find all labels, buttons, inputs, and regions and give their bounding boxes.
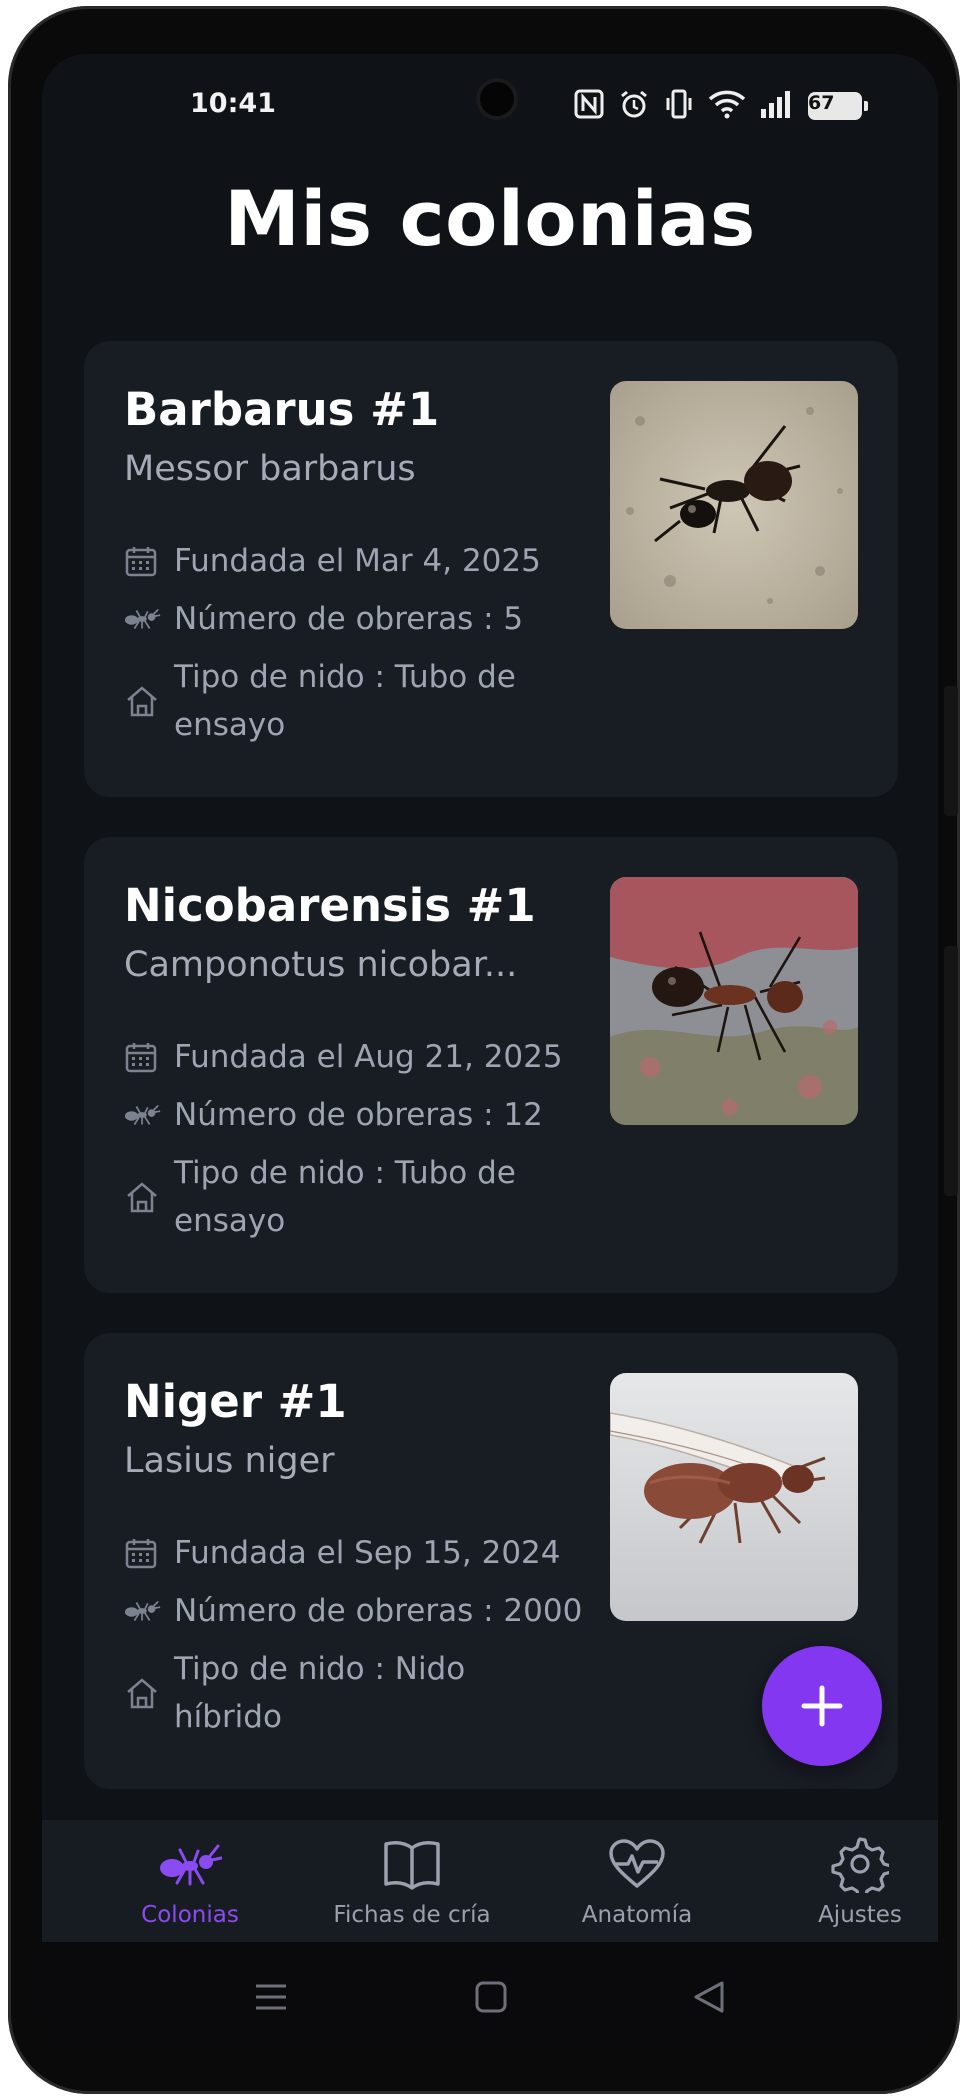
status-time: 10:41: [190, 88, 276, 119]
founded-row: Fundada el Aug 21, 2025: [124, 1033, 563, 1081]
status-icons: 67: [574, 88, 868, 124]
workers-text: Número de obreras : 2000: [174, 1593, 583, 1629]
nest-text: Tipo de nido : Nido híbrido: [174, 1645, 465, 1741]
nest-row: Tipo de nido : Tubo de ensayo: [124, 653, 544, 749]
nav-item-anatomia[interactable]: Anatomía: [537, 1832, 737, 1928]
page-title: Mis colonias: [224, 174, 756, 263]
ant-icon: [90, 1832, 290, 1896]
founded-text: Fundada el Aug 21, 2025: [174, 1039, 563, 1075]
nest-text-line2: ensayo: [174, 707, 286, 743]
battery-level: 67: [808, 92, 835, 114]
status-bar: 10:41 67: [42, 54, 938, 154]
alarm-icon: [618, 88, 650, 124]
winged-queen-ant-photo: [610, 1373, 858, 1621]
founded-text: Fundada el Sep 15, 2024: [174, 1535, 561, 1571]
system-navigation-bar: [42, 1942, 938, 2052]
nest-row: Tipo de nido : Tubo de ensayo: [124, 1149, 544, 1245]
nav-label: Colonias: [141, 1902, 239, 1928]
recents-button[interactable]: [254, 1980, 288, 2018]
phone-frame: 10:41 67 Mis colonias Barbarus #1 Messor…: [8, 6, 960, 2094]
nest-text-line1: Tipo de nido : Tubo de: [174, 1155, 516, 1191]
founded-text: Fundada el Mar 4, 2025: [174, 543, 541, 579]
colony-card[interactable]: Nicobarensis #1 Camponotus nicobar... Fu…: [84, 837, 898, 1293]
workers-row: Número de obreras : 12: [124, 1091, 543, 1139]
nest-text-line2: ensayo: [174, 1203, 286, 1239]
app-screen: 10:41 67 Mis colonias Barbarus #1 Messor…: [42, 54, 938, 2052]
colony-name: Barbarus #1: [124, 383, 440, 436]
nest-row: Tipo de nido : Nido híbrido: [124, 1645, 544, 1741]
nest-text-line2: híbrido: [174, 1699, 282, 1735]
power-button: [944, 686, 958, 816]
nest-text-line1: Tipo de nido : Tubo de: [174, 659, 516, 695]
black-ant-photo: [610, 381, 858, 629]
battery-icon: 67: [808, 92, 868, 120]
calendar-icon: [124, 1529, 162, 1577]
nav-item-colonias[interactable]: Colonias: [90, 1832, 290, 1928]
plus-icon: [801, 1685, 843, 1727]
calendar-icon: [124, 537, 162, 585]
colony-card[interactable]: Barbarus #1 Messor barbarus Fundada el M…: [84, 341, 898, 797]
workers-text: Número de obreras : 12: [174, 1097, 543, 1133]
ant-icon: [124, 595, 162, 643]
nav-label: Ajustes: [818, 1902, 902, 1928]
home-icon: [124, 653, 162, 749]
colony-name: Niger #1: [124, 1375, 347, 1428]
nav-item-fichas-de-cria[interactable]: Fichas de cría: [312, 1832, 512, 1928]
volume-button: [944, 946, 958, 1196]
colony-species: Lasius niger: [124, 1441, 335, 1481]
founded-row: Fundada el Sep 15, 2024: [124, 1529, 561, 1577]
ant-icon: [124, 1587, 162, 1635]
add-colony-button[interactable]: [762, 1646, 882, 1766]
calendar-icon: [124, 1033, 162, 1081]
workers-text: Número de obreras : 5: [174, 601, 524, 637]
colony-species: Camponotus nicobar...: [124, 945, 518, 985]
book-icon: [312, 1832, 512, 1896]
wifi-icon: [708, 89, 746, 123]
colony-species: Messor barbarus: [124, 449, 416, 489]
nest-text: Tipo de nido : Tubo de ensayo: [174, 653, 516, 749]
signal-icon: [760, 89, 794, 123]
nav-label: Anatomía: [581, 1902, 693, 1928]
founded-row: Fundada el Mar 4, 2025: [124, 537, 541, 585]
nav-label: Fichas de cría: [333, 1902, 491, 1928]
home-icon: [124, 1149, 162, 1245]
back-button[interactable]: [692, 1980, 726, 2018]
home-button[interactable]: [474, 1980, 508, 2018]
workers-row: Número de obreras : 2000: [124, 1587, 582, 1635]
home-icon: [124, 1645, 162, 1741]
colony-name: Nicobarensis #1: [124, 879, 536, 932]
ant-icon: [124, 1091, 162, 1139]
red-black-ant-photo: [610, 877, 858, 1125]
workers-row: Número de obreras : 5: [124, 595, 523, 643]
nfc-icon: [574, 89, 604, 123]
nest-text-line1: Tipo de nido : Nido: [174, 1651, 466, 1687]
bottom-navigation: Colonias Fichas de cría Anatomía Ajustes: [42, 1820, 938, 1942]
nav-item-ajustes[interactable]: Ajustes: [760, 1832, 938, 1928]
nest-text: Tipo de nido : Tubo de ensayo: [174, 1149, 516, 1245]
gear-icon: [760, 1832, 938, 1896]
front-camera: [476, 78, 518, 120]
vibrate-icon: [664, 88, 694, 124]
heart-pulse-icon: [537, 1832, 737, 1896]
